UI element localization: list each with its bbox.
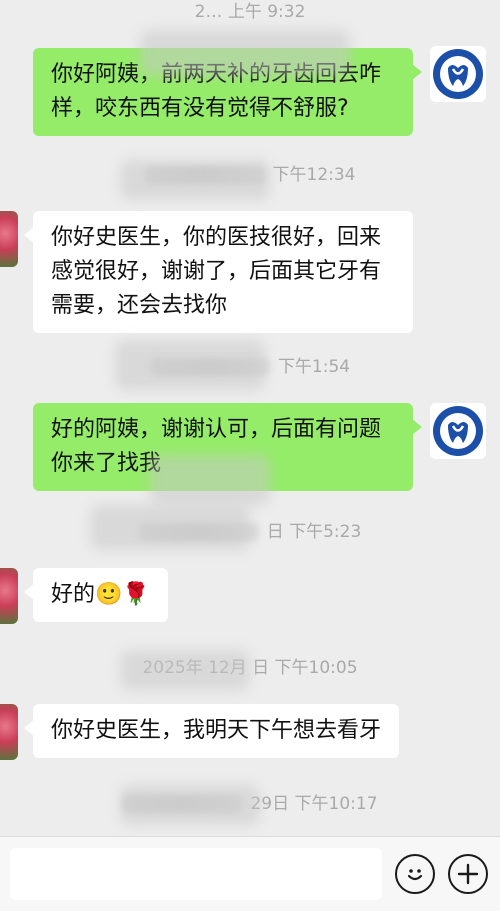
message-timestamp: 下午1:54 (0, 355, 500, 379)
message-text: 你好史医生，我明天下午想去看牙 (51, 718, 382, 743)
smiley-icon (407, 869, 423, 881)
clinic-logo-icon (433, 406, 483, 456)
message-text: 你好阿姨，前两天补的牙齿回去咋样，咬东西有没有觉得不舒服? (51, 62, 382, 121)
message-timestamp: 日 下午5:23 (0, 520, 500, 544)
message-timestamp: 2… 上午 9:32 (194, 2, 306, 22)
emoji-button[interactable] (395, 854, 435, 894)
received-message-bubble[interactable]: 好的🙂🌹 (24, 568, 168, 622)
received-message-bubble[interactable]: 你好史医生，我明天下午想去看牙 (23, 704, 400, 758)
message-timestamp: 29日 下午10:17 (0, 792, 500, 816)
received-message-bubble[interactable]: 你好史医生，你的医技很好，回来感觉很好，谢谢了，后面其它牙有需要，还会去找你 (24, 211, 413, 333)
chat-history[interactable]: 2… 上午 9:32 你好阿姨，前两天补的牙齿回去咋样，咬东西有没有觉得不舒服?… (0, 0, 500, 836)
message-timestamp: 下午12:34 (0, 163, 500, 187)
message-timestamp: 2025年 12月 日 下午10:05 (142, 658, 358, 678)
sent-message-bubble[interactable]: 好的阿姨，谢谢认可，后面有问题你来了找我 (33, 403, 422, 491)
emoji-smile-rose: 🙂🌹 (95, 582, 150, 607)
message-text: 你好史医生，你的医技很好，回来感觉很好，谢谢了，后面其它牙有需要，还会去找你 (51, 225, 382, 318)
more-button[interactable] (448, 854, 488, 894)
sent-message-bubble[interactable]: 你好阿姨，前两天补的牙齿回去咋样，咬东西有没有觉得不舒服? (33, 48, 422, 136)
clinic-logo-icon (433, 49, 483, 99)
message-input[interactable] (10, 848, 382, 900)
contact-avatar[interactable] (0, 211, 18, 267)
contact-avatar[interactable] (0, 704, 18, 760)
message-text: 好的阿姨，谢谢认可，后面有问题你来了找我 (51, 417, 382, 476)
message-input-bar (0, 836, 500, 911)
clinic-avatar[interactable] (430, 46, 486, 102)
clinic-avatar[interactable] (430, 403, 486, 459)
contact-avatar[interactable] (0, 568, 18, 624)
message-text: 好的 (51, 582, 96, 607)
plus-icon (457, 863, 479, 885)
